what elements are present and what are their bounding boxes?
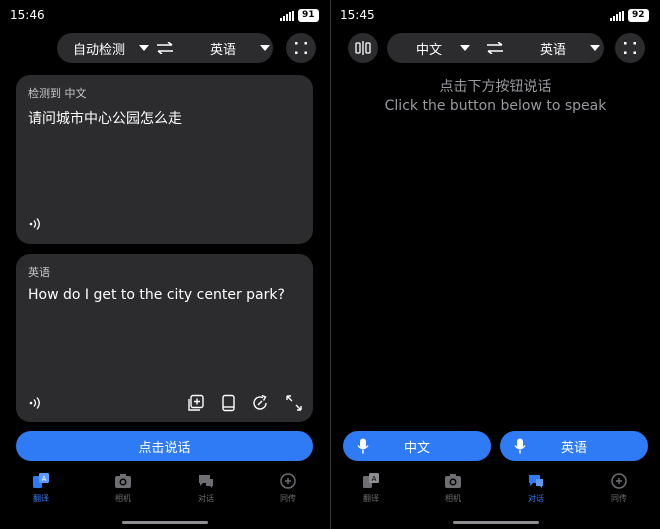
detected-language-label: 检测到 中文	[28, 87, 87, 100]
source-text-card[interactable]: 检测到 中文 请问城市中心公园怎么走	[16, 75, 313, 244]
fullscreen-button[interactable]	[286, 33, 316, 63]
camera-icon	[115, 474, 131, 488]
target-language-dropdown[interactable]: 英语	[540, 39, 601, 58]
swap-languages-icon[interactable]	[156, 42, 174, 54]
target-language-dropdown[interactable]: 英语	[210, 39, 271, 58]
swap-languages-icon[interactable]	[486, 42, 504, 54]
microphone-icon	[514, 438, 526, 454]
speak-english-button[interactable]: 英语	[500, 431, 648, 461]
speaker-icon[interactable]	[28, 396, 42, 410]
fullscreen-button[interactable]	[615, 33, 645, 63]
nav-translate[interactable]: A 翻译	[341, 472, 401, 504]
chevron-down-icon	[139, 45, 150, 51]
chat-icon	[529, 475, 543, 488]
split-view-button[interactable]	[348, 33, 378, 63]
nav-chat[interactable]: 对话	[506, 472, 566, 504]
nav-label: 同传	[280, 494, 296, 503]
svg-text:A: A	[42, 475, 47, 483]
expand-icon	[295, 42, 307, 54]
chat-icon	[199, 475, 213, 488]
split-view-icon	[355, 41, 371, 55]
svg-text:A: A	[372, 475, 377, 483]
nav-label: 对话	[198, 494, 214, 503]
translated-text[interactable]: How do I get to the city center park?	[28, 287, 285, 303]
language-selector: 自动检测 英语	[57, 33, 273, 63]
copy-icon[interactable]	[219, 394, 237, 412]
target-language-label: 英语	[210, 42, 237, 58]
home-indicator[interactable]	[453, 521, 539, 524]
nav-label: 翻译	[33, 494, 49, 503]
source-language-dropdown[interactable]: 自动检测	[73, 39, 150, 58]
speak-english-label: 英语	[560, 440, 587, 456]
nav-simultaneous[interactable]: 同传	[589, 472, 649, 504]
conversation-screen: 15:45 92 中文 英语 点击下方按钮说话 Click the button…	[331, 0, 660, 529]
nav-label: 同传	[611, 494, 627, 503]
battery-icon: 91	[298, 9, 319, 22]
add-to-favorites-icon[interactable]	[187, 394, 205, 412]
chevron-down-icon	[590, 45, 601, 51]
source-text[interactable]: 请问城市中心公园怎么走	[28, 108, 182, 128]
nav-chat[interactable]: 对话	[176, 472, 236, 504]
chevron-down-icon	[460, 45, 471, 51]
refresh-icon[interactable]	[251, 394, 269, 412]
hint-text-chinese: 点击下方按钮说话	[439, 79, 552, 95]
translation-card[interactable]: 英语 How do I get to the city center park?	[16, 254, 313, 422]
status-icons: 92	[610, 9, 649, 22]
nav-label: 对话	[528, 494, 544, 503]
target-language-label: 英语	[540, 42, 567, 58]
speaker-icon[interactable]	[28, 217, 42, 231]
camera-icon	[445, 474, 461, 488]
simultaneous-icon	[280, 473, 296, 489]
status-icons: 91	[280, 9, 319, 22]
speak-button[interactable]: 点击说话	[16, 431, 313, 461]
expand-icon	[624, 42, 636, 54]
expand-icon[interactable]	[285, 394, 303, 412]
chevron-down-icon	[260, 45, 271, 51]
target-language-label: 英语	[28, 266, 50, 279]
nav-camera[interactable]: 相机	[423, 472, 483, 504]
speak-chinese-label: 中文	[403, 440, 430, 456]
nav-label: 相机	[115, 494, 131, 503]
nav-translate[interactable]: A 翻译	[11, 472, 71, 504]
nav-label: 翻译	[363, 494, 379, 503]
nav-simultaneous[interactable]: 同传	[258, 472, 318, 504]
source-language-label: 中文	[416, 42, 443, 58]
signal-icon	[280, 10, 294, 21]
nav-label: 相机	[445, 494, 461, 503]
hint-text-english: Click the button below to speak	[384, 98, 607, 114]
source-language-dropdown[interactable]: 中文	[416, 39, 471, 58]
translate-screen: 15:46 91 自动检测 英语 检测到 中文 请问城市中心公园怎么走 英语 H…	[0, 0, 330, 529]
source-language-label: 自动检测	[73, 42, 126, 58]
nav-camera[interactable]: 相机	[93, 472, 153, 504]
signal-icon	[610, 10, 624, 21]
home-indicator[interactable]	[122, 521, 208, 524]
microphone-icon	[357, 438, 369, 454]
translate-icon: A	[33, 473, 49, 488]
simultaneous-icon	[611, 473, 627, 489]
status-time: 15:45	[340, 8, 375, 22]
battery-icon: 92	[628, 9, 649, 22]
status-time: 15:46	[10, 8, 45, 22]
translate-icon: A	[363, 473, 379, 488]
speak-chinese-button[interactable]: 中文	[343, 431, 491, 461]
language-selector: 中文 英语	[387, 33, 604, 63]
